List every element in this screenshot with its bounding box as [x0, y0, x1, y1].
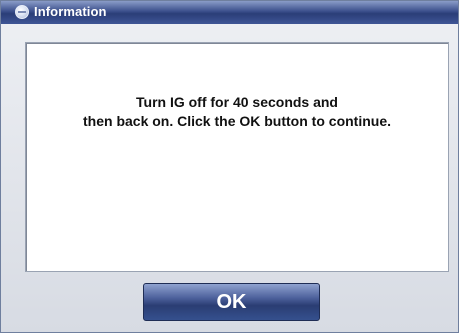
ok-button[interactable]: OK [143, 283, 320, 321]
message-panel: Turn IG off for 40 seconds and then back… [25, 42, 449, 272]
window-title: Information [34, 4, 107, 19]
title-bar[interactable]: Information [1, 1, 458, 24]
information-dialog: Information Turn IG off for 40 seconds a… [0, 0, 459, 333]
message-line-2: then back on. Click the OK button to con… [83, 113, 391, 129]
message-text: Turn IG off for 40 seconds and then back… [26, 93, 448, 131]
message-line-1: Turn IG off for 40 seconds and [136, 94, 338, 110]
info-circle-icon [15, 5, 29, 19]
